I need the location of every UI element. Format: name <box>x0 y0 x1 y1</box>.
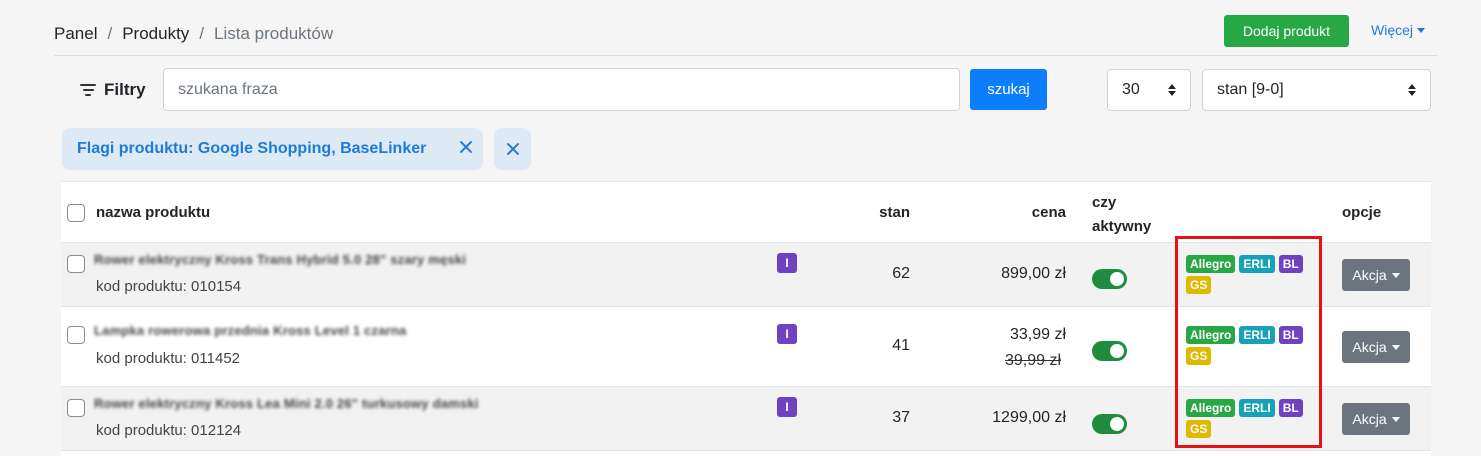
filter-icon <box>80 84 96 96</box>
highlight-box <box>1175 236 1322 448</box>
product-name[interactable]: Lampka rowerowa przednia Kross Level 1 c… <box>94 323 406 338</box>
row-checkbox[interactable] <box>67 326 85 344</box>
price-value: 33,99 zł <box>1009 326 1066 343</box>
column-active-line2: aktywny <box>1092 218 1152 235</box>
select-arrows-icon <box>1168 84 1176 96</box>
breadcrumb-panel[interactable]: Panel <box>54 24 97 44</box>
search-button[interactable]: szukaj <box>970 69 1047 110</box>
close-icon <box>506 142 520 156</box>
active-filter-chip: Flagi produktu: Google Shopping, BaseLin… <box>62 128 483 170</box>
action-button[interactable]: Akcja <box>1342 403 1410 435</box>
breadcrumb-separator: / <box>199 24 205 43</box>
column-price[interactable]: cena <box>1032 204 1066 221</box>
clear-filters-button[interactable] <box>494 128 531 170</box>
active-toggle[interactable] <box>1092 269 1127 289</box>
action-button[interactable]: Akcja <box>1342 259 1410 291</box>
active-toggle[interactable] <box>1092 341 1127 361</box>
price-value: 1299,00 zł <box>992 409 1066 426</box>
info-badge: I <box>777 324 797 344</box>
filters-label: Filtry <box>104 80 146 99</box>
column-options: opcje <box>1342 204 1382 221</box>
select-arrows-icon <box>1408 84 1416 96</box>
stock-value: 62 <box>892 265 910 282</box>
product-name[interactable]: Rower elektryczny Kross Trans Hybrid 5.0… <box>94 252 466 267</box>
breadcrumb-current: Lista produktów <box>214 24 334 43</box>
chevron-down-icon <box>1391 344 1400 350</box>
column-active-line1: czy <box>1092 194 1117 211</box>
column-name[interactable]: nazwa produktu <box>96 204 210 221</box>
sort-select[interactable]: stan [9-0] <box>1202 69 1431 111</box>
price-value: 899,00 zł <box>1001 265 1066 282</box>
filters-toggle[interactable]: Filtry <box>80 80 146 100</box>
remove-filter-icon[interactable] <box>459 140 473 154</box>
product-code: kod produktu: 011452 <box>96 350 241 367</box>
add-product-button[interactable]: Dodaj produkt <box>1224 15 1349 47</box>
header-divider <box>54 55 1437 56</box>
row-checkbox[interactable] <box>67 255 85 273</box>
breadcrumb-separator: / <box>107 24 113 43</box>
table-header: nazwa produktu stan cena czy aktywny opc… <box>61 181 1431 243</box>
action-label: Akcja <box>1352 267 1387 283</box>
info-badge: I <box>777 253 797 273</box>
stock-value: 41 <box>892 337 910 354</box>
action-label: Akcja <box>1352 339 1387 355</box>
column-stock[interactable]: stan <box>879 204 910 221</box>
action-label: Akcja <box>1352 411 1387 427</box>
product-code: kod produktu: 012124 <box>96 422 242 439</box>
action-button[interactable]: Akcja <box>1342 331 1410 363</box>
active-toggle[interactable] <box>1092 414 1127 434</box>
breadcrumb: Panel / Produkty / Lista produktów <box>54 24 333 44</box>
chevron-down-icon <box>1391 272 1400 278</box>
column-active: czy aktywny <box>1092 191 1151 239</box>
sort-value: stan [9-0] <box>1217 81 1284 98</box>
chevron-down-icon <box>1417 27 1426 33</box>
stock-value: 37 <box>892 409 910 426</box>
search-input[interactable] <box>163 68 960 111</box>
select-all-checkbox[interactable] <box>67 204 85 222</box>
product-name[interactable]: Rower elektryczny Kross Lea Mini 2.0 26"… <box>94 396 479 411</box>
product-code: kod produktu: 010154 <box>96 278 242 295</box>
per-page-value: 30 <box>1122 81 1140 98</box>
old-price-value: 39,99 zł <box>1004 352 1061 369</box>
more-label: Więcej <box>1371 22 1414 38</box>
per-page-select[interactable]: 30 <box>1107 69 1191 111</box>
info-badge: I <box>777 397 797 417</box>
more-dropdown[interactable]: Więcej <box>1371 22 1426 38</box>
breadcrumb-produkty[interactable]: Produkty <box>122 24 189 44</box>
chevron-down-icon <box>1391 416 1400 422</box>
active-filter-label: Flagi produktu: Google Shopping, BaseLin… <box>77 140 427 157</box>
row-checkbox[interactable] <box>67 399 85 417</box>
